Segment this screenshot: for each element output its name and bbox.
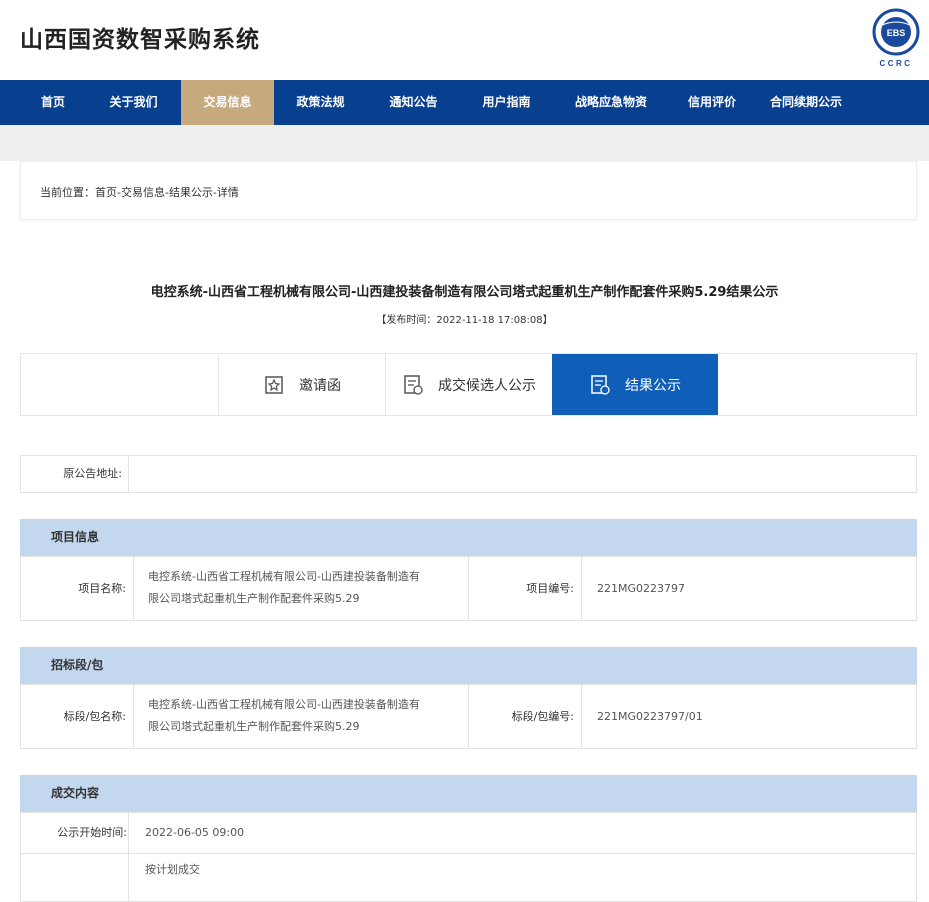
candidate-list-icon [404, 374, 423, 395]
project-info-row: 项目名称: 电控系统-山西省工程机械有限公司-山西建投装备制造有 限公司塔式起重… [20, 556, 917, 621]
main-nav: 首页 关于我们 交易信息 政策法规 通知公告 用户指南 战略应急物资 信用评价 … [0, 80, 929, 125]
result-icon [591, 374, 610, 395]
logo-text: CCRC [879, 59, 912, 68]
logo-inner-text: EBS [887, 28, 906, 38]
section-lot-info: 招标段/包 [20, 647, 917, 684]
site-title[interactable]: 山西国资数智采购系统 [20, 20, 260, 54]
breadcrumb-box: 当前位置：首页-交易信息-结果公示-详情 [20, 161, 917, 220]
start-time-label: 公示开始时间: [57, 826, 127, 839]
divider [133, 557, 134, 620]
tab-candidate-label: 成交候选人公示 [438, 377, 536, 394]
lot-code-value: 221MG0223797/01 [597, 710, 703, 723]
divider [21, 853, 916, 854]
nav-item-about[interactable]: 关于我们 [106, 80, 161, 125]
lot-name-line1: 电控系统-山西省工程机械有限公司-山西建投装备制造有 [148, 698, 420, 711]
section-deal-content: 成交内容 [20, 775, 917, 812]
tab-bar: 邀请函 成交候选人公示 结果公示 [20, 353, 917, 416]
divider [128, 813, 129, 901]
start-time-value: 2022-06-05 09:00 [145, 826, 245, 839]
divider [133, 685, 134, 748]
project-name-line1: 电控系统-山西省工程机械有限公司-山西建投装备制造有 [148, 570, 420, 583]
original-notice-row: 原公告地址: [20, 455, 917, 493]
tab-candidate[interactable]: 成交候选人公示 [385, 354, 552, 415]
lot-info-row: 标段/包名称: 电控系统-山西省工程机械有限公司-山西建投装备制造有 限公司塔式… [20, 684, 917, 749]
divider [581, 685, 582, 748]
publish-time: 【发布时间：2022-11-18 17:08:08】 [376, 315, 553, 326]
breadcrumb[interactable]: 当前位置：首页-交易信息-结果公示-详情 [40, 184, 239, 200]
article-title: 电控系统-山西省工程机械有限公司-山西建投装备制造有限公司塔式起重机生产制作配套… [150, 285, 779, 300]
ccrc-logo[interactable]: EBS CCRC [870, 6, 922, 70]
project-code-value: 221MG0223797 [597, 582, 685, 595]
lot-name-label: 标段/包名称: [63, 710, 126, 723]
project-name-label: 项目名称: [78, 582, 126, 595]
section-project-info: 项目信息 [20, 519, 917, 556]
lot-name-value: 电控系统-山西省工程机械有限公司-山西建投装备制造有 限公司塔式起重机生产制作配… [148, 694, 468, 738]
site-header: 山西国资数智采购系统 EBS CCRC [0, 0, 929, 80]
nav-item-trading-info[interactable]: 交易信息 [181, 80, 274, 125]
gray-band [0, 125, 929, 161]
lot-code-label: 标段/包编号: [511, 710, 574, 723]
deal-content-table: 公示开始时间: 2022-06-05 09:00 按计划成交 [20, 812, 917, 902]
lot-name-line2: 限公司塔式起重机生产制作配套件采购5.29 [148, 720, 360, 733]
nav-item-home[interactable]: 首页 [0, 80, 106, 125]
nav-item-policy[interactable]: 政策法规 [274, 80, 367, 125]
project-code-label: 项目编号: [526, 582, 574, 595]
tab-result-label: 结果公示 [625, 377, 681, 394]
project-name-line2: 限公司塔式起重机生产制作配套件采购5.29 [148, 592, 360, 605]
invitation-icon [265, 375, 283, 394]
divider [128, 456, 129, 492]
nav-item-emergency-supplies[interactable]: 战略应急物资 [553, 80, 669, 125]
tab-invitation[interactable]: 邀请函 [218, 354, 385, 415]
tab-result[interactable]: 结果公示 [552, 354, 718, 415]
project-name-value: 电控系统-山西省工程机械有限公司-山西建投装备制造有 限公司塔式起重机生产制作配… [148, 566, 468, 610]
nav-item-notices[interactable]: 通知公告 [367, 80, 460, 125]
nav-item-credit-rating[interactable]: 信用评价 [669, 80, 755, 125]
divider [581, 557, 582, 620]
nav-item-user-guide[interactable]: 用户指南 [460, 80, 553, 125]
deal-note: 按计划成交 [145, 863, 200, 876]
tab-invitation-label: 邀请函 [299, 377, 341, 394]
original-notice-label: 原公告地址: [63, 467, 122, 480]
nav-item-contract-renewal[interactable]: 合同续期公示 [755, 80, 881, 125]
